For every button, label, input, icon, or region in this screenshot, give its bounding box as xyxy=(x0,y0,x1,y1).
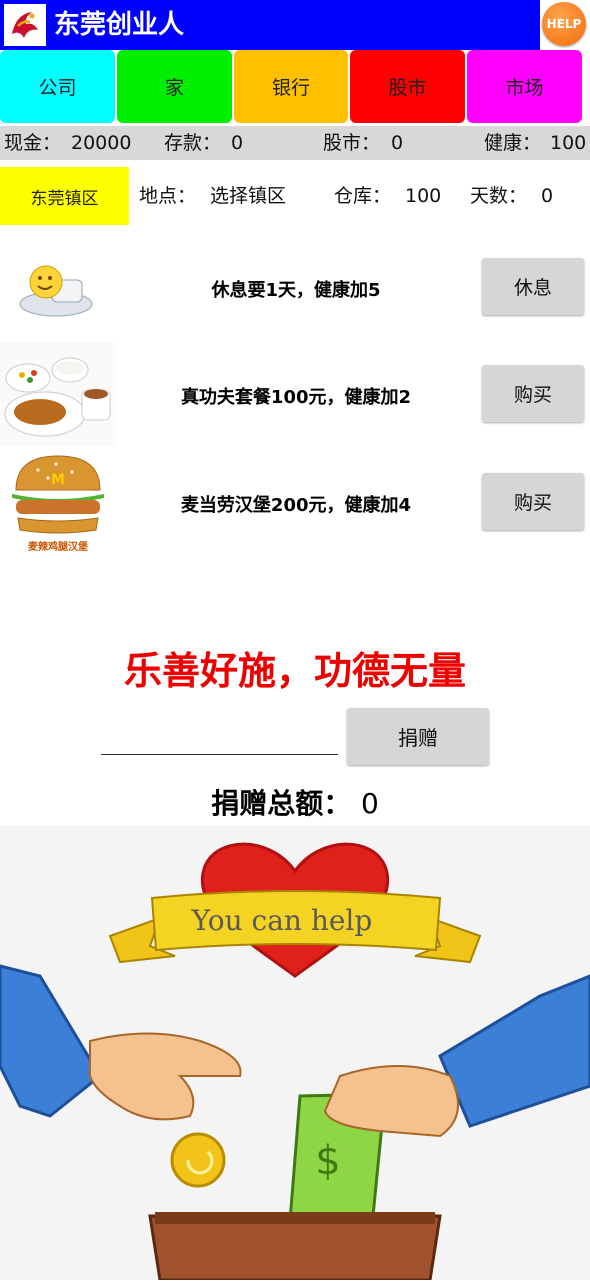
meal-set-description: 真功夫套餐100元，健康加2 xyxy=(180,387,412,408)
tab-market[interactable]: 市场 xyxy=(467,50,582,123)
app-title: 东莞创业人 xyxy=(54,10,185,40)
donation-total-label: 捐赠总额： xyxy=(211,787,352,820)
rest-button[interactable]: 休息 xyxy=(482,258,584,315)
tab-home[interactable]: 家 xyxy=(117,50,232,123)
burger-image: M 麦辣鸡腿汉堡 xyxy=(8,450,108,554)
burger-image-caption: 麦辣鸡腿汉堡 xyxy=(28,542,88,553)
tab-stock-market[interactable]: 股市 xyxy=(350,50,465,123)
banner-text: You can help xyxy=(191,904,373,937)
svg-text:M: M xyxy=(51,472,65,488)
health-label: 健康： xyxy=(484,132,542,154)
stock-label: 股市： xyxy=(323,132,381,154)
app-logo-icon xyxy=(4,4,46,46)
stock-value: 0 xyxy=(391,132,404,154)
meal-set-image xyxy=(0,342,116,446)
burger-description: 麦当劳汉堡200元，健康加4 xyxy=(180,495,412,516)
location-value: 选择镇区 xyxy=(210,185,287,207)
cash-label: 现金： xyxy=(4,132,62,154)
buy-meal-set-button[interactable]: 购买 xyxy=(482,365,584,422)
buy-burger-button[interactable]: 购买 xyxy=(482,473,584,530)
location-label: 地点： xyxy=(139,185,197,207)
svg-text:$: $ xyxy=(315,1138,340,1184)
health-value: 100 xyxy=(550,132,587,154)
cash-value: 20000 xyxy=(71,132,132,154)
tab-company[interactable]: 公司 xyxy=(0,50,115,123)
days-value: 0 xyxy=(541,185,554,207)
warehouse-label: 仓库： xyxy=(334,185,392,207)
deposit-value: 0 xyxy=(231,132,244,154)
district-button[interactable]: 东莞镇区 xyxy=(0,167,129,225)
rest-description: 休息要1天，健康加5 xyxy=(211,280,381,301)
help-button[interactable]: HELP xyxy=(542,2,586,46)
donation-total-value: 0 xyxy=(360,787,379,820)
donation-illustration: You can help $ xyxy=(0,826,590,1282)
deposit-label: 存款： xyxy=(164,132,222,154)
donation-amount-input[interactable] xyxy=(101,718,338,755)
donation-heading: 乐善好施，功德无量 xyxy=(123,649,466,693)
days-label: 天数： xyxy=(470,185,528,207)
donate-button[interactable]: 捐赠 xyxy=(347,708,489,765)
donation-total: 捐赠总额： 0 xyxy=(0,782,590,822)
warehouse-value: 100 xyxy=(405,185,442,207)
tab-bank[interactable]: 银行 xyxy=(234,50,348,123)
resting-smiley-icon xyxy=(12,258,102,320)
